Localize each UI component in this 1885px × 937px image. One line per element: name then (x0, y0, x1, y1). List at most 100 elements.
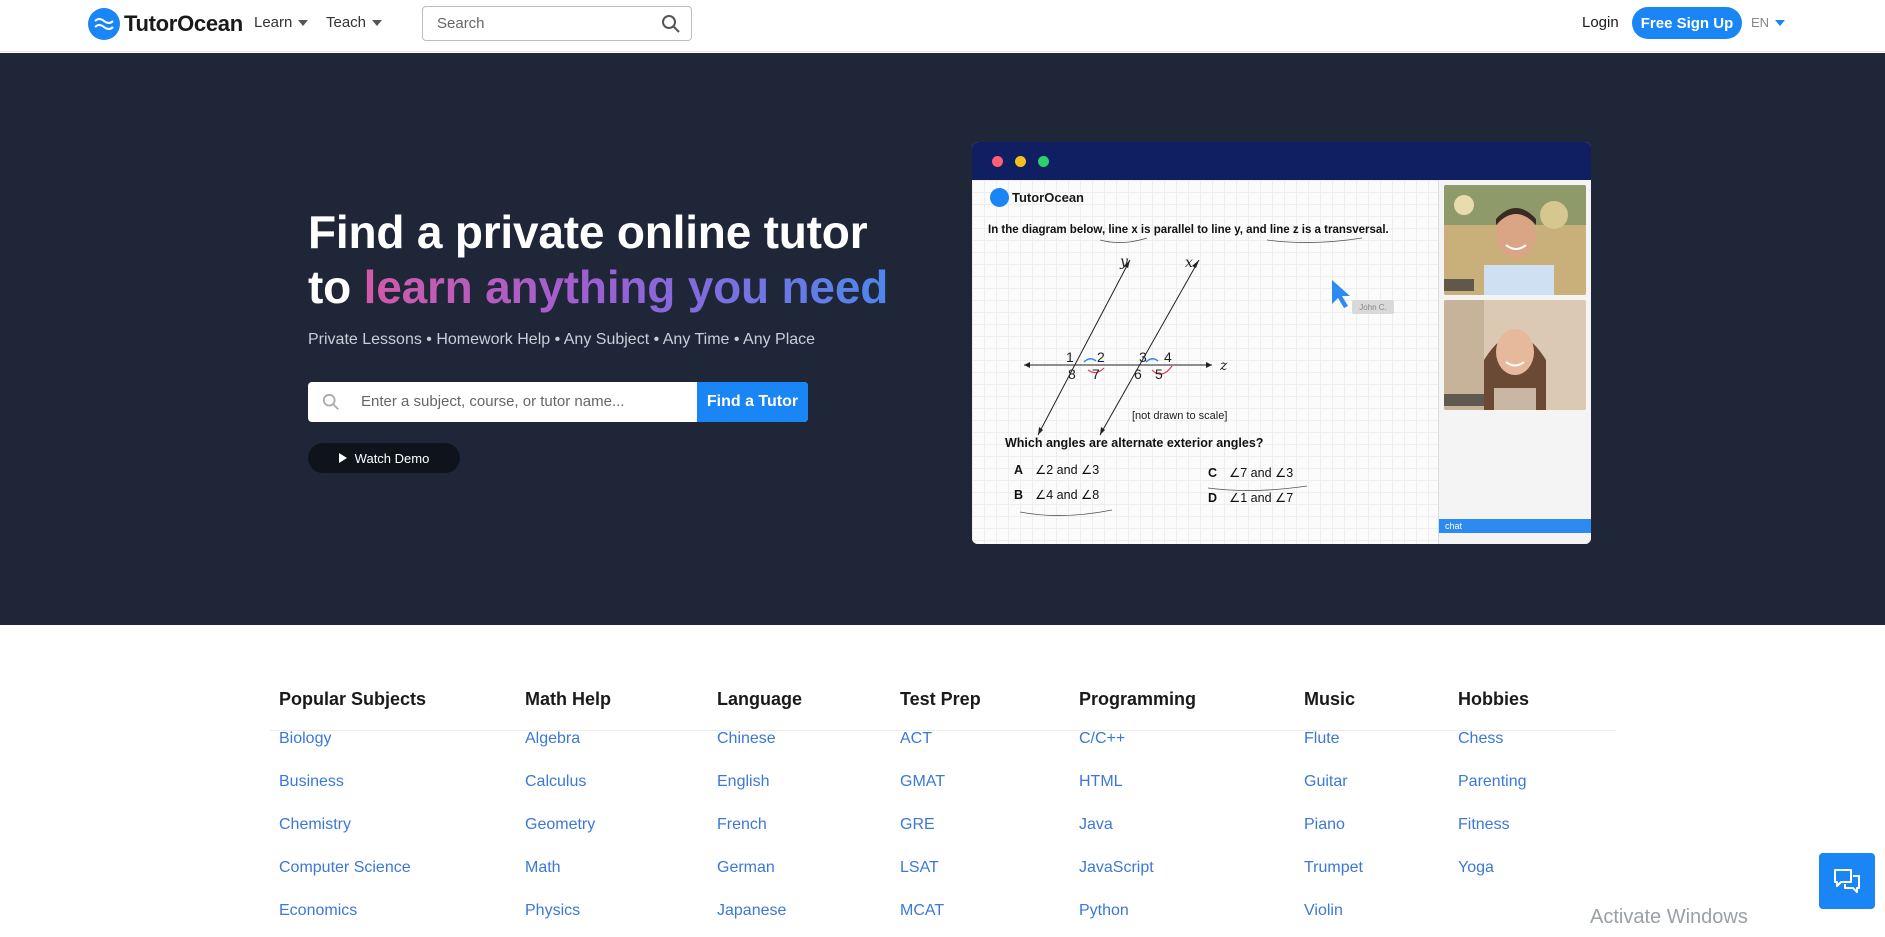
chevron-down-icon (298, 19, 309, 26)
subject-link[interactable]: JavaScript (1079, 858, 1196, 901)
subject-link[interactable]: Chess (1458, 729, 1529, 772)
subject-link[interactable]: Yoga (1458, 858, 1529, 901)
free-signup-button[interactable]: Free Sign Up (1632, 7, 1742, 39)
subject-link[interactable]: Computer Science (279, 858, 426, 901)
chevron-down-icon (372, 19, 383, 26)
header-search (422, 6, 692, 41)
answer-option-b: B ∠4 and ∠8 (1014, 488, 1100, 502)
subjects-section: Popular Subjects Biology Business Chemis… (0, 625, 1885, 937)
watch-demo-label: Watch Demo (354, 450, 430, 466)
subject-link[interactable]: German (717, 858, 802, 901)
whiteboard-question-2: Which angles are alternate exterior angl… (1005, 436, 1264, 450)
subject-link[interactable]: Chinese (717, 729, 802, 772)
nav-teach-menu[interactable]: Teach (326, 14, 383, 31)
subject-column-music: Music Flute Guitar Piano Trumpet Violin (1304, 689, 1363, 937)
subject-link[interactable]: Flute (1304, 729, 1363, 772)
nav-learn-menu[interactable]: Learn (254, 14, 309, 31)
logo[interactable]: TutorOcean (88, 8, 243, 40)
subject-column-test-prep: Test Prep ACT GMAT GRE LSAT MCAT (900, 689, 981, 937)
svg-text:2: 2 (1097, 349, 1105, 365)
nav-learn-label: Learn (254, 14, 293, 31)
logo-text: TutorOcean (124, 11, 243, 36)
column-heading: Hobbies (1458, 689, 1530, 709)
subject-link[interactable]: GMAT (900, 772, 981, 815)
subject-link[interactable]: English (717, 772, 802, 815)
subject-link[interactable]: Biology (279, 729, 426, 772)
find-tutor-button[interactable]: Find a Tutor (697, 382, 808, 422)
answer-option-d: D ∠1 and ∠7 (1208, 491, 1294, 505)
tutor-search-bar: Find a Tutor (308, 382, 808, 422)
wave-logo-icon (88, 8, 120, 40)
subject-link[interactable]: HTML (1079, 772, 1196, 815)
subject-link[interactable]: MCAT (900, 901, 981, 937)
subject-link[interactable]: ACT (900, 729, 981, 772)
subject-column-math: Math Help Algebra Calculus Geometry Math… (525, 689, 611, 937)
hero-title-highlight: learn anything you need (363, 261, 889, 313)
login-link[interactable]: Login (1582, 14, 1619, 31)
subject-link[interactable]: Piano (1304, 815, 1363, 858)
chevron-down-icon (1775, 19, 1786, 26)
classroom-illustration: TutorOcean In the diagram below, line x … (972, 142, 1591, 544)
window-titlebar (972, 142, 1591, 180)
svg-text:3: 3 (1139, 349, 1147, 365)
subject-link[interactable]: Trumpet (1304, 858, 1363, 901)
scale-note: [not drawn to scale] (1132, 410, 1228, 422)
subject-link[interactable]: Guitar (1304, 772, 1363, 815)
column-heading: Math Help (525, 689, 612, 709)
answer-option-a: A ∠2 and ∠3 (1014, 463, 1100, 477)
column-heading: Popular Subjects (279, 689, 427, 709)
svg-text:5: 5 (1155, 366, 1163, 382)
tutor-video-tile (1444, 185, 1586, 295)
subject-link[interactable]: Geometry (525, 815, 611, 858)
subject-link[interactable]: Chemistry (279, 815, 426, 858)
subject-link[interactable]: Python (1079, 901, 1196, 937)
language-selector[interactable]: EN (1751, 15, 1786, 30)
column-heading: Programming (1079, 689, 1197, 709)
svg-text:6: 6 (1134, 366, 1142, 382)
window-minimize-dot (1015, 156, 1026, 167)
answer-option-c: C ∠7 and ∠3 (1208, 466, 1294, 480)
subject-link[interactable]: Fitness (1458, 815, 1529, 858)
subject-link[interactable]: Math (525, 858, 611, 901)
header-search-input[interactable] (437, 15, 657, 32)
subject-link[interactable]: Economics (279, 901, 426, 937)
svg-text:1: 1 (1066, 349, 1074, 365)
search-icon (322, 393, 339, 410)
chat-fab-button[interactable] (1819, 853, 1875, 909)
svg-text:8: 8 (1068, 366, 1076, 382)
subject-link[interactable]: C/C++ (1079, 729, 1196, 772)
whiteboard: TutorOcean In the diagram below, line x … (972, 180, 1438, 544)
window-maximize-dot (1038, 156, 1049, 167)
subject-link[interactable]: French (717, 815, 802, 858)
hero-section: Find a private online tutor to learn any… (0, 53, 1885, 625)
subject-column-popular: Popular Subjects Biology Business Chemis… (279, 689, 426, 937)
hero-title-line2-plain: to (308, 261, 364, 313)
tutor-search-input[interactable] (361, 393, 641, 410)
nav-teach-label: Teach (326, 14, 367, 31)
subject-link[interactable]: Calculus (525, 772, 611, 815)
chat-icon (1834, 869, 1860, 893)
search-icon[interactable] (661, 14, 681, 34)
cursor-arrow-icon (1332, 280, 1350, 308)
subject-link[interactable]: Algebra (525, 729, 611, 772)
subject-link[interactable]: LSAT (900, 858, 981, 901)
subject-link[interactable]: Violin (1304, 901, 1363, 937)
hero-title: Find a private online tutor to learn any… (308, 205, 888, 315)
subject-link[interactable]: GRE (900, 815, 981, 858)
column-heading: Music (1304, 689, 1356, 709)
subject-link[interactable]: Business (279, 772, 426, 815)
subject-column-language: Language Chinese English French German J… (717, 689, 802, 937)
subject-link[interactable]: Parenting (1458, 772, 1529, 815)
hero-title-line1: Find a private online tutor (308, 206, 868, 258)
chat-bar[interactable]: chat (1439, 519, 1591, 533)
window-close-dot (992, 156, 1003, 167)
svg-text:x: x (1185, 255, 1193, 271)
svg-text:4: 4 (1164, 349, 1172, 365)
watch-demo-button[interactable]: Watch Demo (308, 443, 460, 473)
activate-windows-watermark: Activate Windows (1590, 906, 1748, 928)
svg-text:y: y (1119, 254, 1129, 270)
subject-link[interactable]: Physics (525, 901, 611, 937)
subject-link[interactable]: Java (1079, 815, 1196, 858)
subject-column-hobbies: Hobbies Chess Parenting Fitness Yoga (1458, 689, 1529, 901)
subject-link[interactable]: Japanese (717, 901, 802, 937)
